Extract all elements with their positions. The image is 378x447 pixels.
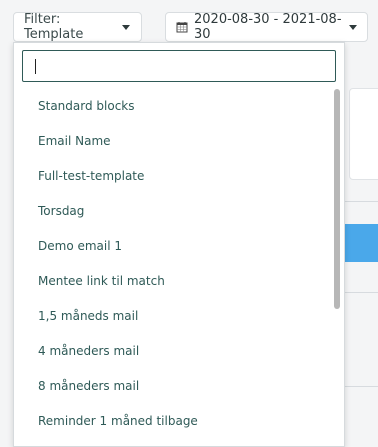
list-item[interactable]: Full-test-template — [14, 159, 332, 194]
background-highlight-bar — [345, 224, 378, 262]
background-divider — [345, 386, 378, 387]
list-item[interactable]: Email Name — [14, 124, 332, 159]
chevron-down-icon — [122, 24, 130, 30]
list-item[interactable]: 1,5 måneds mail — [14, 299, 332, 334]
background-card — [349, 88, 378, 180]
calendar-icon — [176, 21, 188, 33]
template-search-input[interactable] — [22, 50, 336, 82]
date-range-button[interactable]: 2020-08-30 - 2021-08-30 — [165, 12, 368, 42]
dropdown-scrollbar[interactable] — [334, 89, 340, 446]
template-list: Standard blocks Email Name Full-test-tem… — [14, 89, 332, 439]
list-item[interactable]: Mentee link til match — [14, 264, 332, 299]
list-item[interactable]: Torsdag — [14, 194, 332, 229]
list-item[interactable]: 4 måneders mail — [14, 334, 332, 369]
list-item[interactable]: Standard blocks — [14, 89, 332, 124]
list-item[interactable]: Demo email 1 — [14, 229, 332, 264]
background-divider — [345, 292, 378, 293]
list-item[interactable]: Reminder 1 måned tilbage — [14, 404, 332, 439]
chevron-down-icon — [349, 24, 357, 30]
date-range-label: 2020-08-30 - 2021-08-30 — [194, 12, 342, 42]
filter-button-label: Filter: Template — [24, 12, 84, 42]
background-divider — [345, 201, 378, 202]
template-dropdown: Standard blocks Email Name Full-test-tem… — [13, 42, 345, 447]
scrollbar-thumb[interactable] — [334, 89, 340, 309]
filter-template-button[interactable]: Filter: Template — [13, 12, 142, 42]
list-item[interactable]: 8 måneders mail — [14, 369, 332, 404]
text-cursor — [35, 59, 36, 74]
